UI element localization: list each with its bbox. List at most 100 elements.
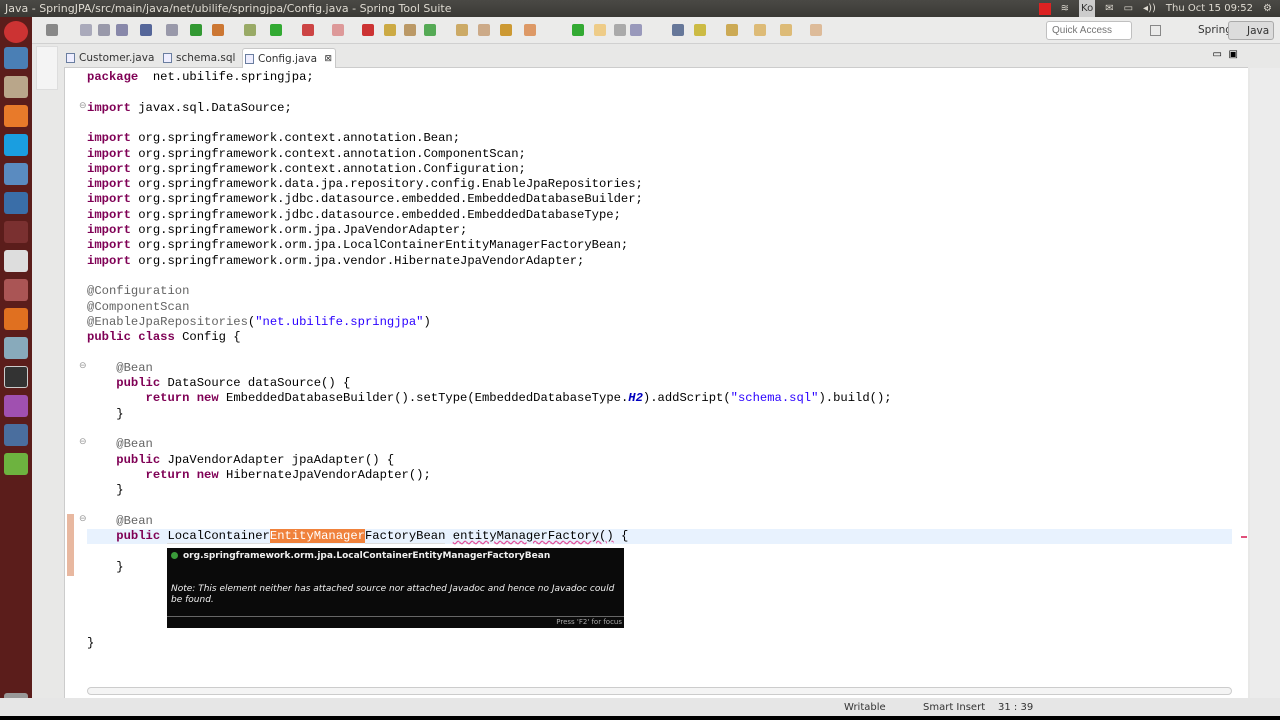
toolbar-button-icon[interactable]: [594, 24, 606, 36]
files-icon[interactable]: [4, 76, 28, 98]
open-perspective-icon[interactable]: [1150, 25, 1161, 36]
toolbar-button-icon[interactable]: [726, 24, 738, 36]
volume-icon[interactable]: ◂)): [1143, 0, 1156, 17]
code-token: public: [87, 330, 131, 345]
tab-config-java[interactable]: Config.java ⊠: [242, 48, 337, 69]
settings-icon[interactable]: [4, 279, 28, 301]
code-line: public DataSource dataSource() {: [87, 376, 350, 391]
toolbar-button-icon[interactable]: [456, 24, 468, 36]
clock[interactable]: Thu Oct 15 09:52: [1166, 0, 1253, 17]
virtualbox-icon[interactable]: [4, 424, 28, 446]
overview-error-marker[interactable]: [1241, 536, 1247, 538]
horizontal-scrollbar[interactable]: [87, 687, 1232, 695]
skype-icon[interactable]: [4, 134, 28, 156]
toolbar-button-icon[interactable]: [212, 24, 224, 36]
indicator-icon[interactable]: [1038, 2, 1051, 15]
toolbar-button-icon[interactable]: [754, 24, 766, 36]
code-token: }: [87, 483, 124, 498]
toolbar-button-icon[interactable]: [46, 24, 58, 36]
drive-icon[interactable]: [4, 250, 28, 272]
status-insert-mode: Smart Insert: [923, 702, 986, 713]
code-line: @Bean: [87, 514, 153, 529]
toolbar-button-icon[interactable]: [98, 24, 110, 36]
code-token: ).addScript(: [642, 391, 731, 406]
hover-note: Note: This element neither has attached …: [171, 584, 615, 605]
code-line: import org.springframework.orm.jpa.Local…: [87, 238, 628, 253]
toolbar-button-icon[interactable]: [672, 24, 684, 36]
ubuntu-one-icon[interactable]: [4, 308, 28, 330]
code-line: import org.springframework.jdbc.datasour…: [87, 192, 643, 207]
left-minimized-panel[interactable]: [36, 46, 58, 90]
dash-icon[interactable]: [4, 21, 28, 43]
status-bar: Writable Smart Insert 31 : 39: [0, 698, 1280, 716]
fold-toggle-icon[interactable]: ⊖: [79, 361, 87, 371]
code-line: @EnableJpaRepositories("net.ubilife.spri…: [87, 315, 431, 330]
class-icon: [171, 552, 178, 559]
toolbar-button-icon[interactable]: [116, 24, 128, 36]
toolbar-button-icon[interactable]: [244, 24, 256, 36]
minimize-icon[interactable]: ▭: [1213, 49, 1222, 60]
code-token: class: [138, 330, 175, 345]
fold-toggle-icon[interactable]: ⊖: [79, 101, 87, 111]
app-icon[interactable]: [4, 163, 28, 185]
thunderbird-icon[interactable]: [4, 47, 28, 69]
toolbar-button-icon[interactable]: [694, 24, 706, 36]
toolbar-button-icon[interactable]: [524, 24, 536, 36]
launcher: [0, 17, 32, 720]
toolbar-button-icon[interactable]: [190, 24, 202, 36]
wifi-icon[interactable]: ≋: [1061, 0, 1069, 17]
toolbar-button-icon[interactable]: [810, 24, 822, 36]
code-line: package net.ubilife.springjpa;: [87, 70, 314, 85]
app-icon[interactable]: [4, 395, 28, 417]
code-token: import: [87, 161, 131, 176]
toolbar-button-icon[interactable]: [572, 24, 584, 36]
code-token: Config {: [174, 330, 241, 345]
toolbar-button-icon[interactable]: [424, 24, 436, 36]
code-token: org.springframework.jdbc.datasource.embe…: [130, 192, 643, 207]
toolbar-button-icon[interactable]: [780, 24, 792, 36]
firefox-icon[interactable]: [4, 105, 28, 127]
fold-toggle-icon[interactable]: ⊖: [79, 514, 87, 524]
fold-toggle-icon[interactable]: ⊖: [79, 437, 87, 447]
right-minimized-panel[interactable]: [1250, 68, 1280, 698]
workspace-icon[interactable]: [4, 221, 28, 243]
code-token: @ComponentScan: [87, 299, 190, 314]
mail-icon[interactable]: ✉: [1105, 0, 1113, 17]
spring-icon[interactable]: [4, 453, 28, 475]
quick-access-input[interactable]: [1046, 21, 1132, 40]
code-token: @Bean: [116, 513, 153, 528]
tab-customer-java[interactable]: Customer.java: [64, 48, 154, 68]
battery-icon[interactable]: ▭: [1124, 0, 1133, 17]
toolbar-button-icon[interactable]: [614, 24, 626, 36]
gear-icon[interactable]: ⚙: [1263, 0, 1272, 17]
toolbar-button-icon[interactable]: [80, 24, 92, 36]
code-line: }: [87, 636, 94, 651]
java-file-icon: [66, 53, 75, 63]
tab-schema-sql[interactable]: schema.sql: [161, 48, 235, 68]
code-token: javax.sql.DataSource;: [130, 100, 292, 115]
toolbar-button-icon[interactable]: [332, 24, 344, 36]
toolbar-button-icon[interactable]: [384, 24, 396, 36]
box-icon[interactable]: [4, 337, 28, 359]
toolbar-button-icon[interactable]: [478, 24, 490, 36]
keyboard-indicator[interactable]: Ko: [1079, 0, 1096, 17]
code-line: return new HibernateJpaVendorAdapter();: [87, 468, 431, 483]
maximize-icon[interactable]: ▣: [1229, 49, 1238, 60]
toolbar-button-icon[interactable]: [166, 24, 178, 36]
toolbar-button-icon[interactable]: [362, 24, 374, 36]
app-icon[interactable]: [4, 192, 28, 214]
toolbar-button-icon[interactable]: [270, 24, 282, 36]
toolbar-button-icon[interactable]: [500, 24, 512, 36]
toolbar-button-icon[interactable]: [302, 24, 314, 36]
javadoc-hover: org.springframework.orm.jpa.LocalContain…: [167, 548, 624, 628]
toolbar-button-icon[interactable]: [630, 24, 642, 36]
code-token: public: [116, 529, 161, 543]
java-file-icon: [245, 54, 254, 64]
toolbar-button-icon[interactable]: [140, 24, 152, 36]
terminal-icon[interactable]: [4, 366, 28, 388]
close-icon[interactable]: ⊠: [324, 49, 332, 69]
perspective-java[interactable]: Java: [1228, 21, 1275, 40]
toolbar-button-icon[interactable]: [404, 24, 416, 36]
